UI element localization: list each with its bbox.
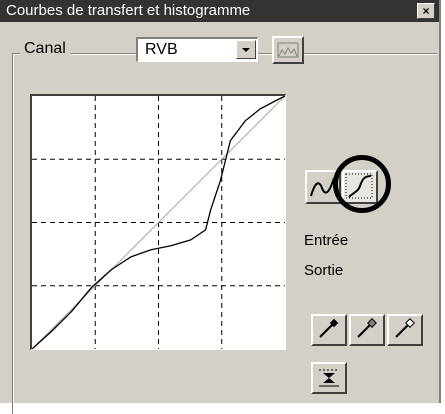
histogram-toggle-button[interactable] [272, 36, 304, 64]
gray-point-eyedropper-button[interactable] [349, 314, 385, 346]
curves-dialog: Courbes de transfert et histogramme × Ca… [0, 0, 441, 414]
highlight-circle [333, 155, 391, 213]
title-bar: Courbes de transfert et histogramme × [0, 0, 439, 22]
curve-graph[interactable] [30, 94, 286, 350]
gray-point-eyedropper-icon [357, 318, 377, 338]
close-button[interactable]: × [417, 3, 435, 19]
window-title: Courbes de transfert et histogramme [6, 2, 251, 19]
reset-curve-icon [319, 369, 339, 387]
channel-select[interactable]: RVB [136, 37, 258, 62]
output-label: Sortie [304, 262, 344, 279]
black-point-eyedropper-icon [319, 318, 339, 338]
channel-value: RVB [145, 41, 178, 58]
reset-curve-button[interactable] [311, 362, 347, 394]
black-point-eyedropper-button[interactable] [311, 314, 347, 346]
dropdown-button[interactable] [236, 40, 256, 59]
white-point-eyedropper-button[interactable] [387, 314, 423, 346]
input-label: Entrée [304, 232, 349, 249]
white-point-eyedropper-icon [395, 318, 415, 338]
channel-label: Canal [20, 40, 70, 58]
histogram-icon [277, 42, 299, 58]
curve-plot[interactable] [31, 95, 286, 350]
chevron-down-icon [242, 48, 250, 52]
